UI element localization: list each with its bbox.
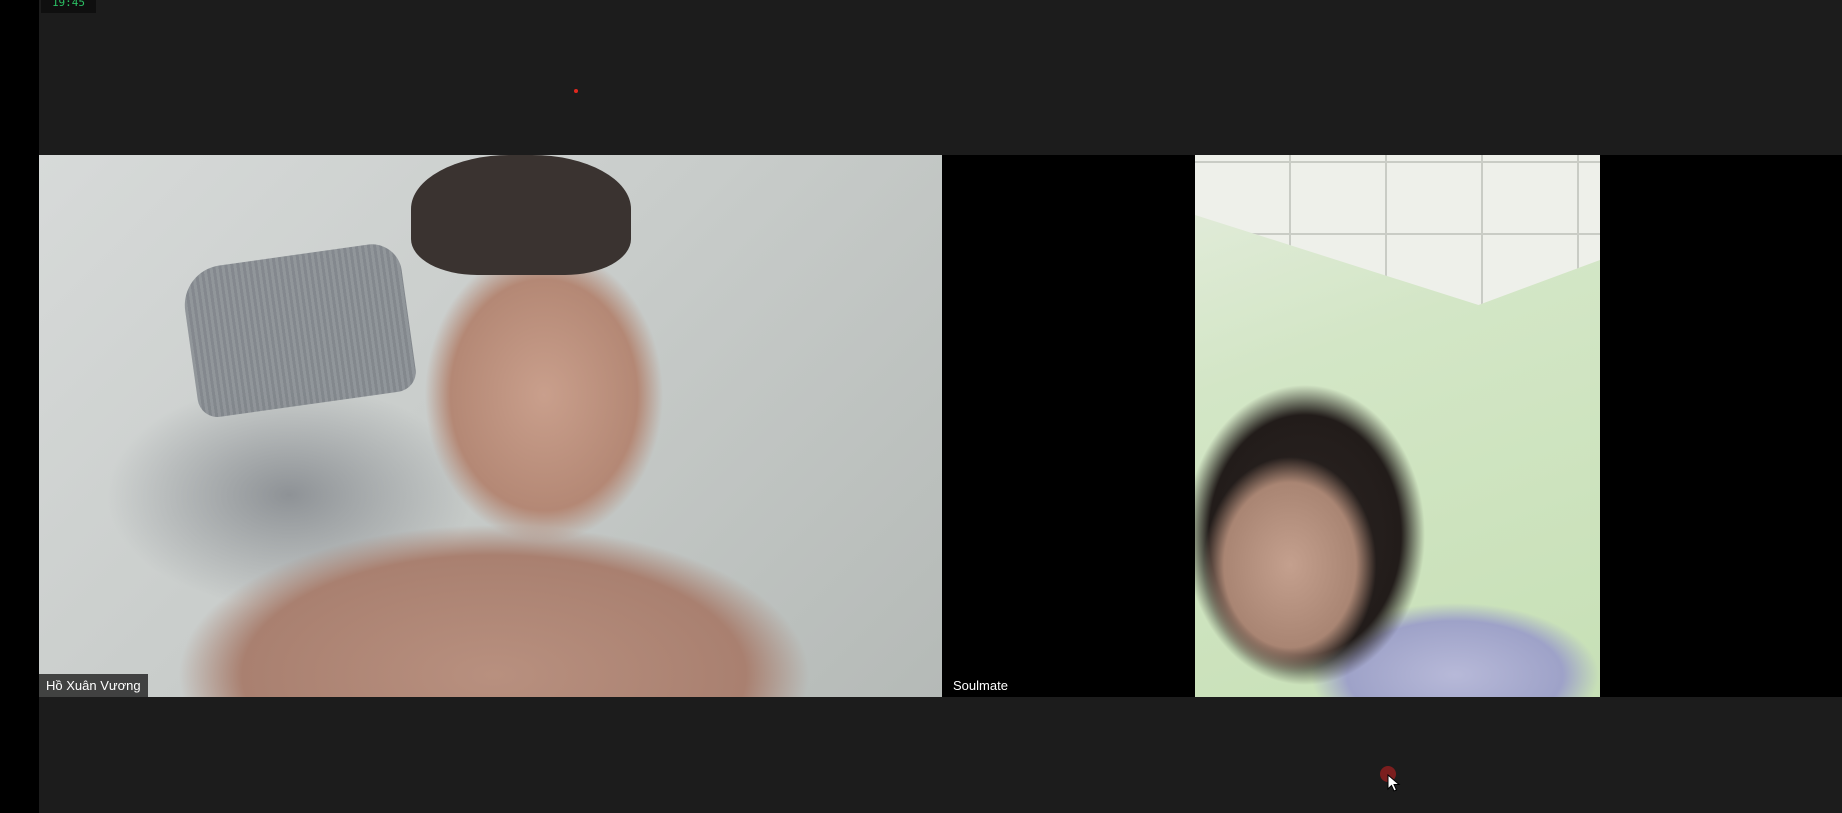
participant-video-feed (1195, 155, 1600, 697)
participant-name-label: Hồ Xuân Vương (39, 674, 148, 697)
meeting-timer: 19:45 (41, 0, 96, 13)
video-subject (411, 155, 631, 275)
mouse-pointer-icon (1387, 774, 1401, 792)
participant-video-tile[interactable]: Hồ Xuân Vương (39, 155, 942, 697)
video-background-ceiling (1195, 155, 1600, 305)
participant-video-tile[interactable]: Soulmate (946, 155, 1842, 697)
recording-dot-icon (574, 89, 578, 93)
participant-name-label: Soulmate (946, 674, 1015, 697)
video-background-chair (179, 240, 419, 420)
window-left-edge (0, 0, 39, 813)
participant-video-feed (39, 155, 942, 697)
